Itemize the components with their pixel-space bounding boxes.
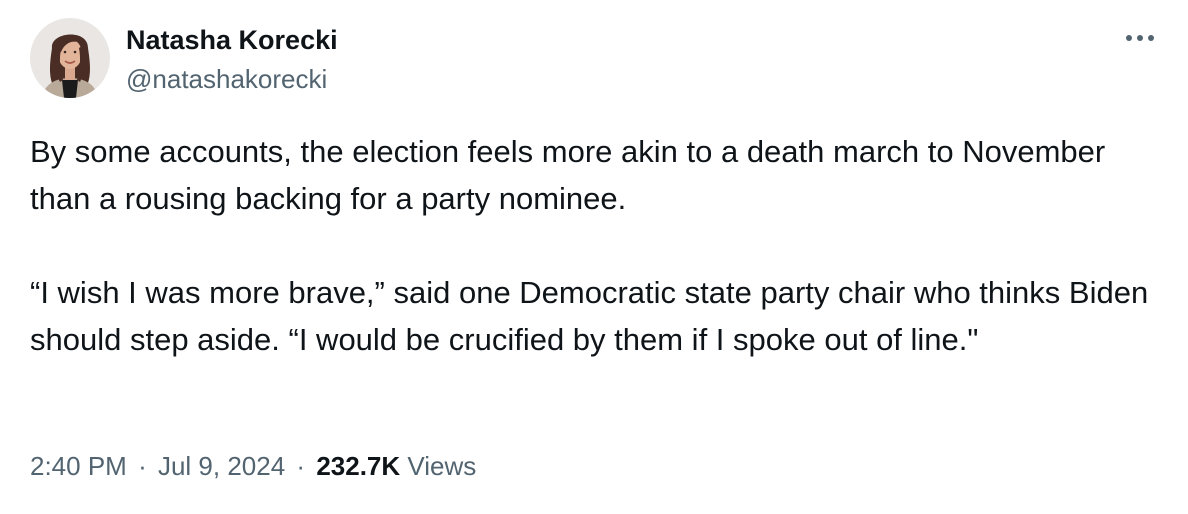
tweet-paragraph: “I wish I was more brave,” said one Demo…: [30, 275, 1149, 357]
author-display-name[interactable]: Natasha Korecki: [126, 24, 338, 56]
meta-separator: ·: [296, 451, 306, 481]
views-label: Views: [407, 451, 477, 481]
profile-photo-image: [30, 18, 110, 98]
tweet-meta: 2:40 PM · Jul 9, 2024 · 232.7K Views: [30, 448, 476, 484]
tweet-text: By some accounts, the election feels mor…: [30, 128, 1160, 363]
avatar[interactable]: [30, 18, 110, 98]
more-horizontal-icon: [1126, 35, 1154, 41]
tweet-date[interactable]: Jul 9, 2024: [158, 451, 285, 481]
more-options-button[interactable]: [1120, 22, 1160, 54]
tweet-paragraph: By some accounts, the election feels mor…: [30, 134, 1106, 216]
author-handle[interactable]: @natashakorecki: [126, 63, 327, 95]
tweet-card: Natasha Korecki @natashakorecki By some …: [0, 0, 1188, 514]
tweet-time[interactable]: 2:40 PM: [30, 451, 127, 481]
views-count[interactable]: 232.7K: [316, 451, 400, 481]
meta-separator: ·: [138, 451, 147, 481]
